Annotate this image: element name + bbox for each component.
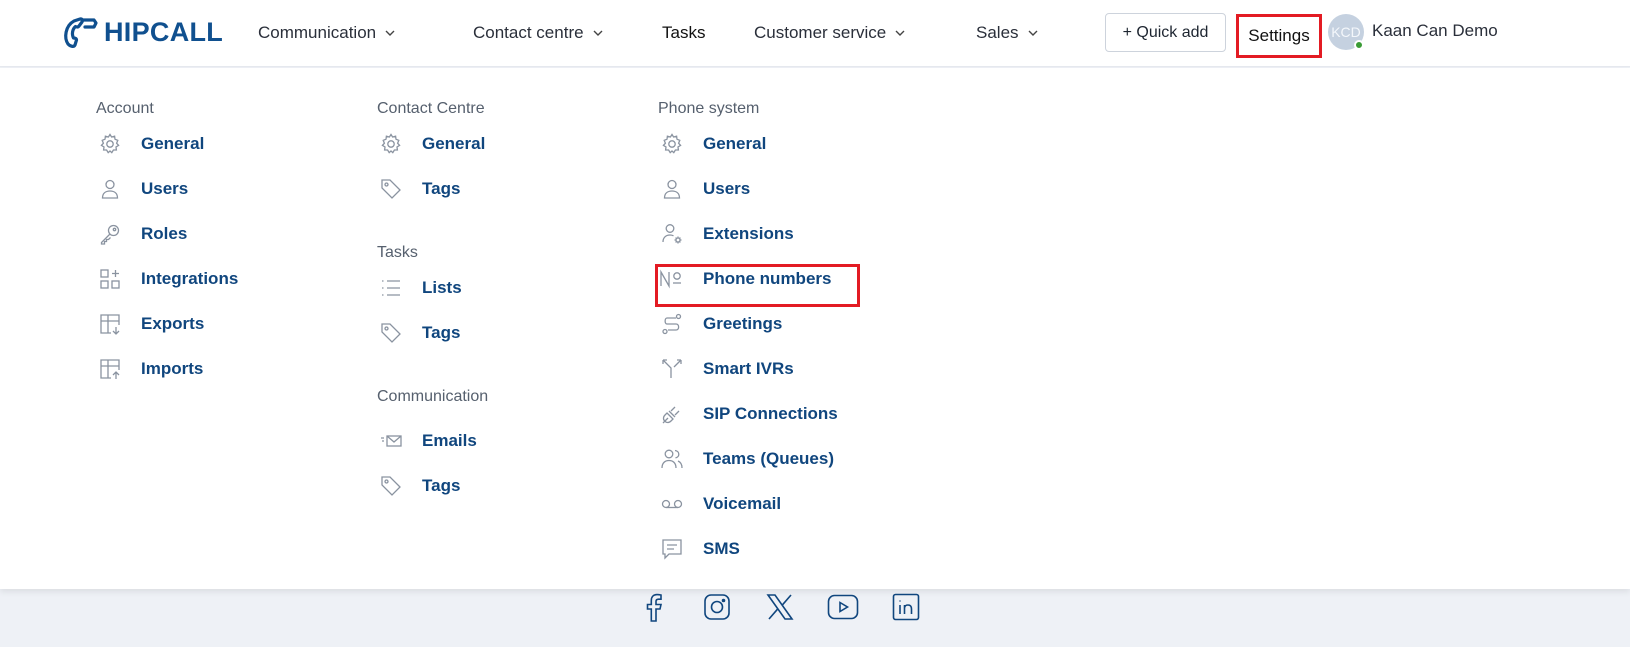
email-icon <box>378 428 404 454</box>
menu-item-phone-sip-connections[interactable]: SIP Connections <box>659 398 838 430</box>
top-navigation-bar: HIPCALL Communication Contact centre Tas… <box>0 0 1630 67</box>
linkedin-icon[interactable] <box>889 590 923 624</box>
menu-item-label: SIP Connections <box>703 404 838 423</box>
menu-item-account-users[interactable]: Users <box>97 173 188 205</box>
import-icon <box>97 356 123 382</box>
section-title-phone-system: Phone system <box>658 100 760 117</box>
gear-icon <box>378 131 404 157</box>
section-title-communication: Communication <box>377 388 489 405</box>
gear-icon <box>97 131 123 157</box>
settings-button[interactable]: Settings <box>1236 14 1322 58</box>
users-icon <box>659 446 685 472</box>
menu-item-account-integrations[interactable]: Integrations <box>97 263 238 295</box>
nav-contact-centre[interactable]: Contact centre <box>473 19 604 47</box>
menu-item-label: General <box>141 134 205 153</box>
menu-item-label: Users <box>703 179 751 198</box>
menu-item-label: Tags <box>422 476 461 495</box>
menu-item-phone-smart-ivrs[interactable]: Smart IVRs <box>659 353 794 385</box>
split-icon <box>659 356 685 382</box>
user-icon <box>659 176 685 202</box>
nav-tasks-label: Tasks <box>662 23 706 42</box>
online-status-dot <box>1354 40 1364 50</box>
menu-item-communication-emails[interactable]: Emails <box>378 425 477 457</box>
tag-icon <box>378 176 404 202</box>
nav-tasks[interactable]: Tasks <box>662 19 705 47</box>
section-title-account: Account <box>96 100 154 117</box>
tag-icon <box>378 320 404 346</box>
message-icon <box>659 536 685 562</box>
menu-item-label: Integrations <box>141 269 239 288</box>
menu-item-label: Greetings <box>703 314 783 333</box>
gear-icon <box>659 131 685 157</box>
menu-item-phone-extensions[interactable]: Extensions <box>659 218 794 250</box>
brand-name: HIPCALL <box>104 17 224 47</box>
chevron-down-icon <box>1028 30 1038 36</box>
menu-item-contact-centre-general[interactable]: General <box>378 128 485 160</box>
user-name[interactable]: Kaan Can Demo <box>1372 21 1498 41</box>
section-title-tasks: Tasks <box>377 244 418 261</box>
voicemail-icon <box>659 491 685 517</box>
menu-item-phone-teams[interactable]: Teams (Queues) <box>659 443 834 475</box>
nav-communication-label: Communication <box>258 23 377 42</box>
settings-dropdown-panel: Account General Users Roles Integrations… <box>0 68 1630 589</box>
menu-item-phone-voicemail[interactable]: Voicemail <box>659 488 781 520</box>
menu-item-label: Smart IVRs <box>703 359 794 378</box>
nav-customer-service-label: Customer service <box>754 23 887 42</box>
menu-item-label: Extensions <box>703 224 794 243</box>
chevron-down-icon <box>385 30 395 36</box>
menu-item-tasks-lists[interactable]: Lists <box>378 272 462 304</box>
menu-item-label: SMS <box>703 539 740 558</box>
export-icon <box>97 311 123 337</box>
chevron-down-icon <box>895 30 905 36</box>
menu-item-label: General <box>422 134 486 153</box>
user-icon <box>97 176 123 202</box>
menu-item-communication-tags[interactable]: Tags <box>378 470 460 502</box>
nav-contact-centre-label: Contact centre <box>473 23 584 42</box>
route-icon <box>659 311 685 337</box>
hipcall-logo[interactable]: HIPCALL <box>60 14 223 50</box>
menu-item-label: Imports <box>141 359 204 378</box>
menu-item-phone-users[interactable]: Users <box>659 173 750 205</box>
menu-item-label: Teams (Queues) <box>703 449 835 468</box>
menu-item-account-exports[interactable]: Exports <box>97 308 204 340</box>
nav-customer-service[interactable]: Customer service <box>754 19 906 47</box>
menu-item-contact-centre-tags[interactable]: Tags <box>378 173 460 205</box>
key-icon <box>97 221 123 247</box>
menu-item-label: Voicemail <box>703 494 782 513</box>
menu-item-label: Emails <box>422 431 477 450</box>
integrations-icon <box>97 266 123 292</box>
menu-item-account-general[interactable]: General <box>97 128 204 160</box>
menu-item-account-imports[interactable]: Imports <box>97 353 203 385</box>
highlight-box <box>655 264 860 307</box>
plug-icon <box>659 401 685 427</box>
section-title-contact-centre: Contact Centre <box>377 100 485 117</box>
menu-item-phone-greetings[interactable]: Greetings <box>659 308 782 340</box>
phone-logo-icon <box>64 17 98 48</box>
menu-item-label: General <box>703 134 767 153</box>
facebook-icon[interactable] <box>637 590 671 624</box>
youtube-icon[interactable] <box>826 590 860 624</box>
nav-sales-label: Sales <box>976 23 1019 42</box>
list-icon <box>378 275 404 301</box>
nav-sales[interactable]: Sales <box>976 19 1039 47</box>
menu-item-label: Users <box>141 179 189 198</box>
menu-item-tasks-tags[interactable]: Tags <box>378 317 460 349</box>
menu-item-phone-general[interactable]: General <box>659 128 766 160</box>
instagram-icon[interactable] <box>700 590 734 624</box>
menu-item-label: Exports <box>141 314 205 333</box>
chevron-down-icon <box>593 30 603 36</box>
menu-item-label: Tags <box>422 179 461 198</box>
menu-item-label: Tags <box>422 323 461 342</box>
user-settings-icon <box>659 221 685 247</box>
menu-item-account-roles[interactable]: Roles <box>97 218 187 250</box>
tag-icon <box>378 473 404 499</box>
quick-add-button[interactable]: + Quick add <box>1105 13 1226 52</box>
x-icon[interactable] <box>763 590 797 624</box>
menu-item-label: Lists <box>422 278 462 297</box>
nav-communication[interactable]: Communication <box>258 19 396 47</box>
menu-item-phone-sms[interactable]: SMS <box>659 533 740 565</box>
menu-item-label: Roles <box>141 224 188 243</box>
